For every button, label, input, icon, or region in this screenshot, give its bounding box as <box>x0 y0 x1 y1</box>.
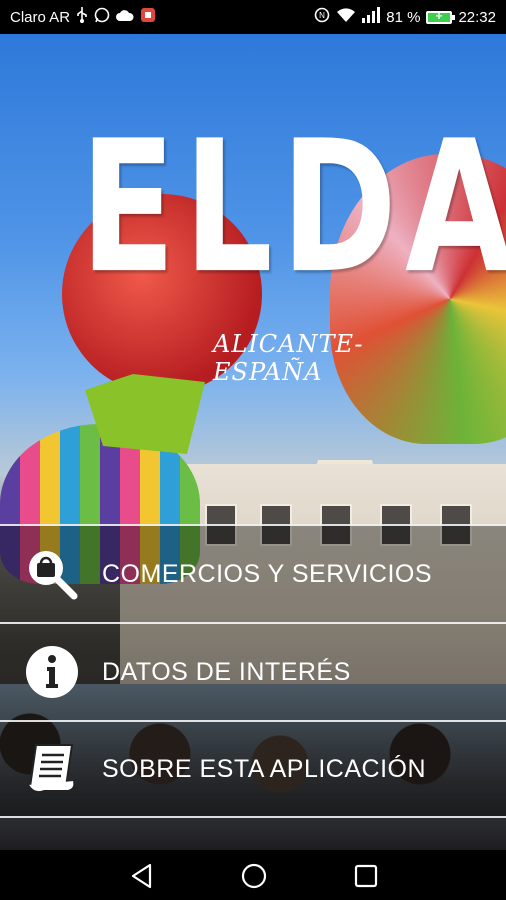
clock: 22:32 <box>458 8 496 26</box>
status-bar-left: Claro AR <box>10 7 156 27</box>
green-balloon-knot <box>85 374 205 454</box>
search-bag-icon <box>24 546 80 602</box>
document-icon <box>24 741 80 797</box>
wifi-icon <box>336 7 356 27</box>
carrier-name: Claro AR <box>10 8 71 26</box>
battery-percent: 81 % <box>386 8 421 26</box>
menu-item-datos[interactable]: DATOS DE INTERÉS <box>0 622 506 720</box>
main-menu: COMERCIOS Y SERVICIOS DATOS DE INTERÉS S… <box>0 524 506 818</box>
status-bar-right: N 81 % + 22:32 <box>314 7 496 27</box>
app-notification-icon <box>140 7 156 27</box>
svg-text:N: N <box>319 11 325 20</box>
page-title: ELDA <box>80 102 506 315</box>
nfc-icon: N <box>314 7 330 27</box>
signal-icon <box>362 7 381 27</box>
menu-item-label: DATOS DE INTERÉS <box>102 657 351 686</box>
usb-icon <box>76 7 88 27</box>
page-subtitle: ALICANTE-ESPAÑA <box>213 330 364 386</box>
battery-icon: + <box>426 9 456 24</box>
menu-item-label: SOBRE ESTA APLICACIÓN <box>102 754 427 783</box>
home-icon[interactable] <box>240 862 268 890</box>
whatsapp-icon <box>94 7 110 27</box>
navigation-bar <box>0 850 506 900</box>
menu-item-sobre[interactable]: SOBRE ESTA APLICACIÓN <box>0 720 506 818</box>
cloud-icon <box>116 9 134 26</box>
menu-item-label: COMERCIOS Y SERVICIOS <box>102 559 433 588</box>
info-icon <box>24 644 80 700</box>
status-bar: Claro AR N 81 % + 22:32 <box>0 0 506 34</box>
back-icon[interactable] <box>128 862 156 890</box>
recents-icon[interactable] <box>352 862 380 890</box>
menu-item-comercios[interactable]: COMERCIOS Y SERVICIOS <box>0 524 506 622</box>
